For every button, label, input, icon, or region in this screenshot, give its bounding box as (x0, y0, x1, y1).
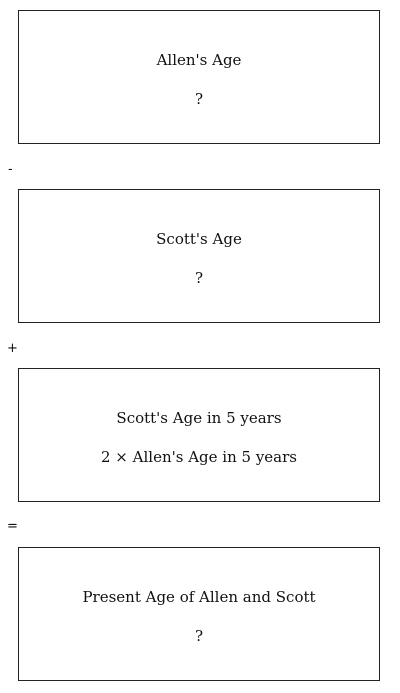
plus-operator: + (7, 341, 18, 356)
allen-age-box: Allen's Age ? (18, 10, 380, 144)
box-value: ? (194, 90, 204, 108)
box-value: ? (194, 627, 204, 645)
box-title: Scott's Age (156, 230, 242, 248)
box-title: Allen's Age (156, 51, 242, 69)
minus-operator: - (8, 162, 13, 177)
box-value: ? (194, 269, 204, 287)
equals-operator: = (7, 519, 18, 534)
scott-age-in-5-years-box: Scott's Age in 5 years 2 × Allen's Age i… (18, 368, 380, 502)
box-value: 2 × Allen's Age in 5 years (101, 448, 297, 466)
present-age-box: Present Age of Allen and Scott ? (18, 547, 380, 681)
box-title: Present Age of Allen and Scott (82, 588, 316, 606)
box-title: Scott's Age in 5 years (116, 409, 282, 427)
scott-age-box: Scott's Age ? (18, 189, 380, 323)
